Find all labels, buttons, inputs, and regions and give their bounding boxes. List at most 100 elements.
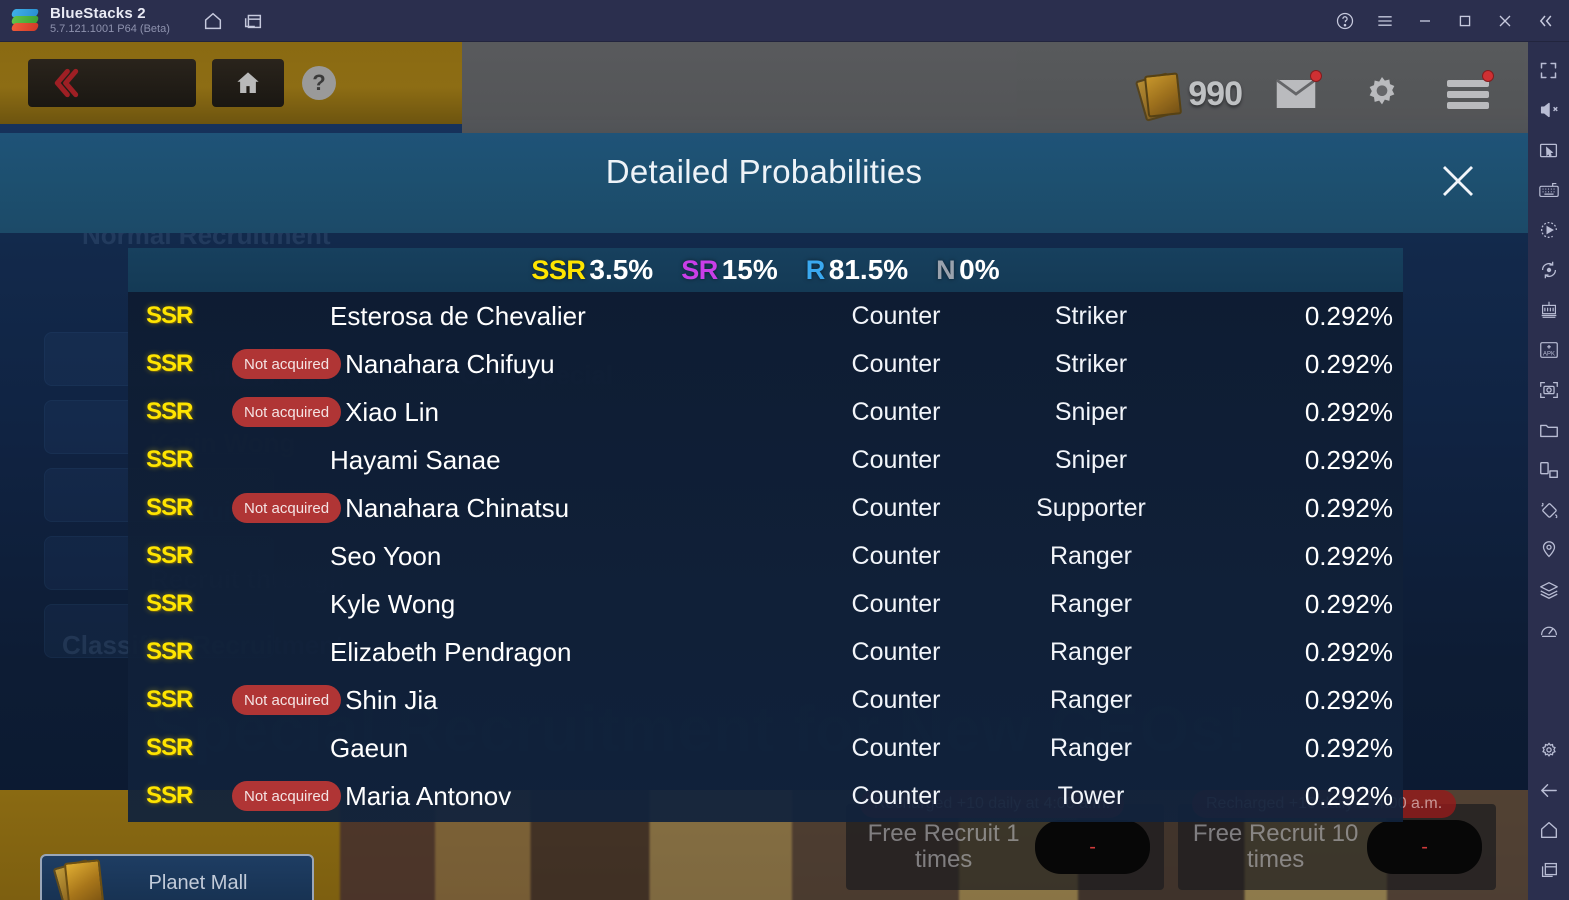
row-rarity-cell: SSR	[146, 542, 232, 570]
back-button[interactable]	[28, 59, 196, 107]
rarity-badge: SSR	[146, 398, 193, 425]
table-row[interactable]: SSR Elizabeth Pendragon Counter Ranger 0.292…	[128, 628, 1403, 676]
table-row[interactable]: SSR Not acquired Nanahara Chifuyu Counter St…	[128, 340, 1403, 388]
rarity-badge: SSR	[146, 350, 193, 377]
rarity-badge: SSR	[146, 686, 193, 713]
row-rarity-cell: SSR	[146, 782, 232, 810]
table-row[interactable]: SSR Not acquired Shin Jia Counter Ranger 0.29…	[128, 676, 1403, 724]
performance-icon[interactable]	[1528, 610, 1569, 650]
character-class: Tower	[1057, 781, 1125, 810]
rarity-tag: SSR	[531, 255, 586, 285]
character-class: Ranger	[1050, 733, 1132, 762]
rarity-value: 3.5%	[589, 254, 654, 285]
character-name: Nanahara Chifuyu	[345, 348, 555, 379]
recents-icon[interactable]	[1528, 850, 1569, 890]
free-recruit-1-label: Free Recruit 1 times	[867, 820, 1020, 873]
close-icon[interactable]	[1485, 4, 1525, 38]
planet-mall-button[interactable]: Planet Mall	[40, 854, 314, 900]
row-rarity-cell: SSR	[146, 686, 232, 714]
mute-icon[interactable]	[1528, 90, 1569, 130]
game-help-button[interactable]: ?	[302, 66, 336, 100]
maximize-icon[interactable]	[1445, 4, 1485, 38]
character-name: Esterosa de Chevalier	[330, 300, 586, 331]
table-row[interactable]: SSR Hayami Sanae Counter Sniper 0.292%	[128, 436, 1403, 484]
character-class: Ranger	[1050, 685, 1132, 714]
settings-icon[interactable]	[1528, 730, 1569, 770]
character-type: Counter	[851, 397, 941, 426]
row-rarity-cell: SSR	[146, 494, 232, 522]
shake-icon[interactable]	[1528, 490, 1569, 530]
macro-recorder-icon[interactable]	[1528, 210, 1569, 250]
free-recruit-10-cost[interactable]: -	[1367, 820, 1482, 874]
character-name: Elizabeth Pendragon	[330, 636, 572, 667]
help-icon[interactable]	[1325, 4, 1365, 38]
rotate-screen-icon[interactable]	[1528, 450, 1569, 490]
character-name: Nanahara Chinatsu	[345, 492, 570, 523]
app-root: BlueStacks 2 5.7.121.1001 P64 (Beta) ? 9…	[0, 0, 1569, 900]
app-version: 5.7.121.1001 P64 (Beta)	[50, 23, 170, 36]
rarity-summary-item: N 0%	[936, 254, 999, 286]
collapse-sidebar-icon[interactable]	[1525, 4, 1565, 38]
game-menu-button[interactable]	[1436, 68, 1500, 120]
detailed-probabilities-modal: Detailed Probabilities SSR 3.5% SR 15% R 81.5…	[0, 133, 1528, 822]
location-icon[interactable]	[1528, 530, 1569, 570]
rarity-summary-item: SSR 3.5%	[531, 254, 653, 286]
table-row[interactable]: SSR Not acquired Nanahara Chinatsu Counter S…	[128, 484, 1403, 532]
table-row[interactable]: SSR Seo Yoon Counter Ranger 0.292%	[128, 532, 1403, 580]
mail-button[interactable]	[1264, 68, 1328, 120]
character-name: Hayami Sanae	[330, 444, 501, 475]
character-type: Counter	[851, 445, 941, 474]
settings-button[interactable]	[1350, 68, 1414, 120]
install-apk-icon[interactable]: APK	[1528, 330, 1569, 370]
home-icon[interactable]	[1528, 810, 1569, 850]
character-class: Striker	[1054, 349, 1128, 378]
cursor-icon[interactable]	[1528, 130, 1569, 170]
row-name-cell: Not acquired Nanahara Chifuyu	[232, 349, 801, 380]
menu-icon[interactable]	[1365, 4, 1405, 38]
rarity-summary-item: SR 15%	[681, 254, 778, 286]
media-folder-icon[interactable]	[1528, 410, 1569, 450]
table-row[interactable]: SSR Esterosa de Chevalier Counter Striker 0.…	[128, 292, 1403, 340]
character-name: Maria Antonov	[345, 780, 512, 811]
rarity-tag: R	[805, 255, 826, 285]
rarity-badge: SSR	[146, 734, 193, 761]
row-name-cell: Not acquired Shin Jia	[232, 685, 801, 716]
planet-mall-label: Planet Mall	[148, 871, 248, 894]
svg-text:APK: APK	[1543, 352, 1555, 358]
rarity-summary-item: R 81.5%	[806, 254, 908, 286]
character-type: Counter	[851, 349, 941, 378]
modal-header: Detailed Probabilities	[0, 133, 1528, 233]
table-row[interactable]: SSR Kyle Wong Counter Ranger 0.292%	[128, 580, 1403, 628]
multi-instance-manager-icon[interactable]	[1528, 290, 1569, 330]
character-name: Kyle Wong	[330, 588, 456, 619]
drop-probability: 0.292%	[1304, 492, 1393, 523]
app-name: BlueStacks 2	[50, 5, 146, 23]
table-row[interactable]: SSR Gaeun Counter Ranger 0.292%	[128, 724, 1403, 772]
free-recruit-1-cost[interactable]: -	[1035, 820, 1150, 874]
character-name: Gaeun	[330, 732, 409, 763]
layers-icon[interactable]	[1528, 570, 1569, 610]
multi-instance-icon[interactable]	[236, 6, 270, 36]
rarity-badge: SSR	[146, 638, 193, 665]
close-x-icon[interactable]	[1430, 153, 1486, 209]
free-recruit-10-label: Free Recruit 10 times	[1192, 820, 1359, 873]
game-home-button[interactable]	[212, 59, 284, 107]
table-row[interactable]: SSR Not acquired Xiao Lin Counter Sniper 0.29…	[128, 388, 1403, 436]
back-icon[interactable]	[1528, 770, 1569, 810]
page-title: Detailed Probabilities	[605, 153, 923, 190]
character-type: Counter	[851, 781, 941, 810]
rarity-summary-bar: SSR 3.5% SR 15% R 81.5% N 0%	[128, 248, 1403, 292]
fullscreen-icon[interactable]	[1528, 50, 1569, 90]
home-icon[interactable]	[196, 6, 230, 36]
probability-table[interactable]: SSR Esterosa de Chevalier Counter Striker 0.…	[128, 292, 1403, 822]
rarity-badge: SSR	[146, 782, 193, 809]
minimize-icon[interactable]	[1405, 4, 1445, 38]
drop-probability: 0.292%	[1304, 636, 1393, 667]
table-row[interactable]: SSR Not acquired Maria Antonov Counter Tower…	[128, 772, 1403, 820]
row-name-cell: Not acquired Maria Antonov	[232, 781, 801, 812]
screenshot-icon[interactable]	[1528, 370, 1569, 410]
sync-operations-icon[interactable]	[1528, 250, 1569, 290]
keyboard-controls-icon[interactable]	[1528, 170, 1569, 210]
character-type: Counter	[851, 301, 941, 330]
rarity-badge: SSR	[146, 446, 193, 473]
